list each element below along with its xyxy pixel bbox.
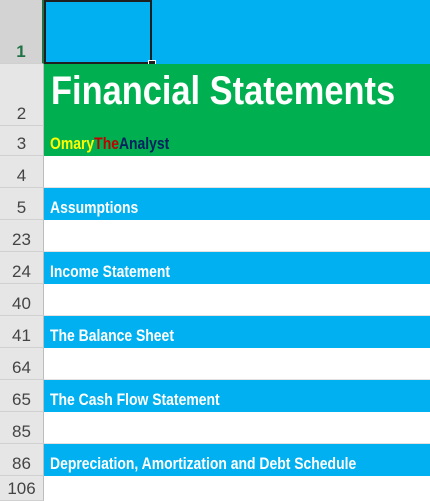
brand-the: The [94,134,119,153]
row-number: 64 [12,358,31,377]
brand-analyst: Analyst [118,134,170,153]
empty-row-cell[interactable] [44,284,430,316]
row-header-40[interactable]: 40 [0,284,44,316]
row-header-5[interactable]: 5 [0,188,44,220]
empty-row-cell[interactable] [44,348,430,380]
section-label: Depreciation, Amortization and Debt Sche… [50,454,357,473]
row-header-4[interactable]: 4 [0,156,44,188]
row-number: 3 [16,134,27,153]
row-header-86[interactable]: 86 [0,444,44,476]
section-depreciation[interactable]: Depreciation, Amortization and Debt Sche… [44,444,430,476]
section-label: Income Statement [50,262,171,281]
row-number: 24 [12,262,31,281]
section-label: The Cash Flow Statement [50,390,220,409]
selected-cell[interactable] [44,0,152,64]
title-cell[interactable]: Financial Statements [44,64,430,126]
row-number: 85 [12,422,31,441]
section-label: The Balance Sheet [50,326,174,345]
section-assumptions[interactable]: Assumptions [44,188,430,220]
empty-row-cell[interactable] [44,220,430,252]
row-header-64[interactable]: 64 [0,348,44,380]
section-label: Assumptions [50,198,139,217]
row-number: 40 [12,294,31,313]
row-number: 106 [7,479,36,498]
brand-label: OmaryTheAnalyst [50,134,169,154]
brand-cell[interactable]: OmaryTheAnalyst [44,126,430,156]
row-header-2[interactable]: 2 [0,64,44,126]
brand-omary: Omary [50,134,95,153]
row-header-1[interactable]: 1 [0,0,44,64]
row-header-41[interactable]: 41 [0,316,44,348]
row-number: 65 [12,390,31,409]
page-title: Financial Statements [51,69,396,113]
row-number: 41 [12,326,31,345]
row-header-24[interactable]: 24 [0,252,44,284]
row-header-3[interactable]: 3 [0,126,44,156]
row-number: 2 [16,104,27,123]
empty-row-cell[interactable] [44,412,430,444]
row-header-85[interactable]: 85 [0,412,44,444]
section-cash-flow[interactable]: The Cash Flow Statement [44,380,430,412]
row-number: 23 [12,230,31,249]
section-balance-sheet[interactable]: The Balance Sheet [44,316,430,348]
row-header-106[interactable]: 106 [0,476,44,501]
row-number: 1 [16,42,26,61]
row-number: 86 [12,454,31,473]
row-header-65[interactable]: 65 [0,380,44,412]
section-income-statement[interactable]: Income Statement [44,252,430,284]
empty-row-cell[interactable] [44,156,430,188]
row-number: 4 [16,166,27,185]
row-header-23[interactable]: 23 [0,220,44,252]
empty-row-cell[interactable] [44,476,430,501]
row-number: 5 [16,198,27,217]
